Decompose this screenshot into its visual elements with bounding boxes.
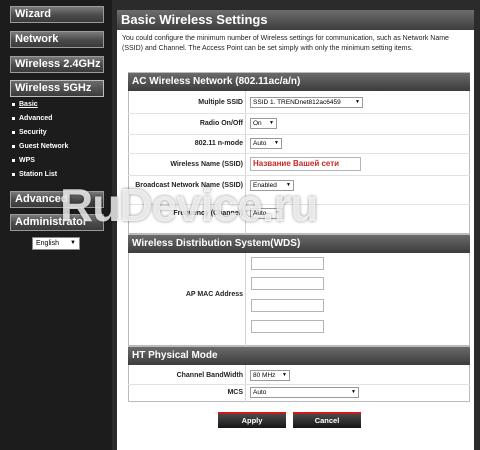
subnav-basic-label: Basic xyxy=(19,101,38,108)
row-divider xyxy=(128,113,470,114)
subnav-basic[interactable]: Basic xyxy=(12,101,38,108)
ssid-name-input[interactable]: Название Вашей сети xyxy=(250,157,361,171)
bandwidth-label: Channel BandWidth xyxy=(176,372,243,379)
subnav-station-list[interactable]: Station List xyxy=(12,171,57,178)
ap-mac-input-1[interactable] xyxy=(251,257,324,270)
broadcast-select[interactable]: Enabled ▼ xyxy=(250,180,294,191)
divider xyxy=(245,253,246,346)
nav-wireless-24ghz[interactable]: Wireless 2.4GHz xyxy=(10,56,104,73)
subnav-security-label: Security xyxy=(19,129,47,136)
multiple-ssid-select[interactable]: SSID 1. TRENDnet812ac6459 ▼ xyxy=(250,97,363,108)
radio-label: Radio On/Off xyxy=(199,120,243,127)
bullet-icon xyxy=(12,158,15,162)
radio-select[interactable]: On ▼ xyxy=(250,118,277,129)
frequency-select[interactable]: Auto ▼ xyxy=(250,208,283,219)
row-divider xyxy=(128,153,470,154)
content-area: Basic Wireless Settings You could config… xyxy=(117,10,474,450)
cancel-button[interactable]: Cancel xyxy=(293,412,361,428)
language-value: English xyxy=(36,240,59,247)
nav-network[interactable]: Network xyxy=(10,31,104,48)
row-divider xyxy=(128,175,470,176)
mcs-label: MCS xyxy=(227,389,243,396)
subnav-guest-network-label: Guest Network xyxy=(19,143,69,150)
broadcast-value: Enabled xyxy=(253,182,277,189)
sidebar: Wizard Network Wireless 2.4GHz Wireless … xyxy=(0,0,112,450)
language-select[interactable]: English ▼ xyxy=(32,237,80,250)
frequency-value: Auto xyxy=(253,210,267,217)
page-title: Basic Wireless Settings xyxy=(117,10,474,30)
nmode-select[interactable]: Auto ▼ xyxy=(250,138,282,149)
chevron-down-icon: ▼ xyxy=(275,210,280,216)
page-intro: You could configure the minimum number o… xyxy=(122,35,449,52)
subnav-guest-network[interactable]: Guest Network xyxy=(12,143,68,150)
broadcast-label: Broadcast Network Name (SSID) xyxy=(135,182,243,189)
nmode-value: Auto xyxy=(253,140,267,147)
subnav-wps-label: WPS xyxy=(19,157,35,164)
ap-mac-input-4[interactable] xyxy=(251,320,324,333)
row-divider xyxy=(128,134,470,135)
apply-button[interactable]: Apply xyxy=(218,412,286,428)
ac-section-title: AC Wireless Network (802.11ac/a/n) xyxy=(128,73,470,91)
multiple-ssid-label: Multiple SSID xyxy=(198,99,243,106)
chevron-down-icon: ▼ xyxy=(274,140,279,146)
chevron-down-icon: ▼ xyxy=(286,182,291,188)
nav-wizard[interactable]: Wizard xyxy=(10,6,104,23)
nav-wireless-5ghz[interactable]: Wireless 5GHz xyxy=(10,80,104,97)
bandwidth-value: 80 MHz xyxy=(253,372,276,379)
ap-mac-input-3[interactable] xyxy=(251,299,324,312)
nmode-label: 802.11 n-mode xyxy=(194,140,243,147)
radio-value: On xyxy=(253,120,262,127)
chevron-down-icon: ▼ xyxy=(282,372,287,378)
chevron-down-icon: ▼ xyxy=(351,389,356,395)
nav-administrator[interactable]: Administrator xyxy=(10,214,104,231)
chevron-down-icon: ▼ xyxy=(355,99,360,105)
row-divider xyxy=(128,204,470,205)
bullet-icon xyxy=(12,116,15,120)
subnav-security[interactable]: Security xyxy=(12,129,47,136)
mcs-value: Auto xyxy=(253,389,267,396)
bandwidth-select[interactable]: 80 MHz ▼ xyxy=(250,370,290,381)
subnav-wps[interactable]: WPS xyxy=(12,157,35,164)
subnav-advanced[interactable]: Advanced xyxy=(12,115,52,122)
bullet-icon xyxy=(12,102,15,106)
row-divider xyxy=(128,384,470,385)
bullet-icon xyxy=(12,144,15,148)
mcs-select[interactable]: Auto ▼ xyxy=(250,387,359,398)
nav-advanced[interactable]: Advanced xyxy=(10,191,104,208)
wds-section-title: Wireless Distribution System(WDS) xyxy=(128,235,470,253)
ap-mac-input-2[interactable] xyxy=(251,277,324,290)
bullet-icon xyxy=(12,130,15,134)
subnav-station-list-label: Station List xyxy=(19,171,58,178)
ap-mac-label: AP MAC Address xyxy=(185,291,243,298)
ht-section-title: HT Physical Mode xyxy=(128,347,470,365)
chevron-down-icon: ▼ xyxy=(70,240,76,246)
chevron-down-icon: ▼ xyxy=(269,120,274,126)
ssid-name-label: Wireless Name (SSID) xyxy=(170,161,243,168)
frequency-label: Frequency (Channel) xyxy=(173,210,243,217)
bullet-icon xyxy=(12,172,15,176)
subnav-advanced-label: Advanced xyxy=(19,115,53,122)
multiple-ssid-value: SSID 1. TRENDnet812ac6459 xyxy=(253,99,341,106)
